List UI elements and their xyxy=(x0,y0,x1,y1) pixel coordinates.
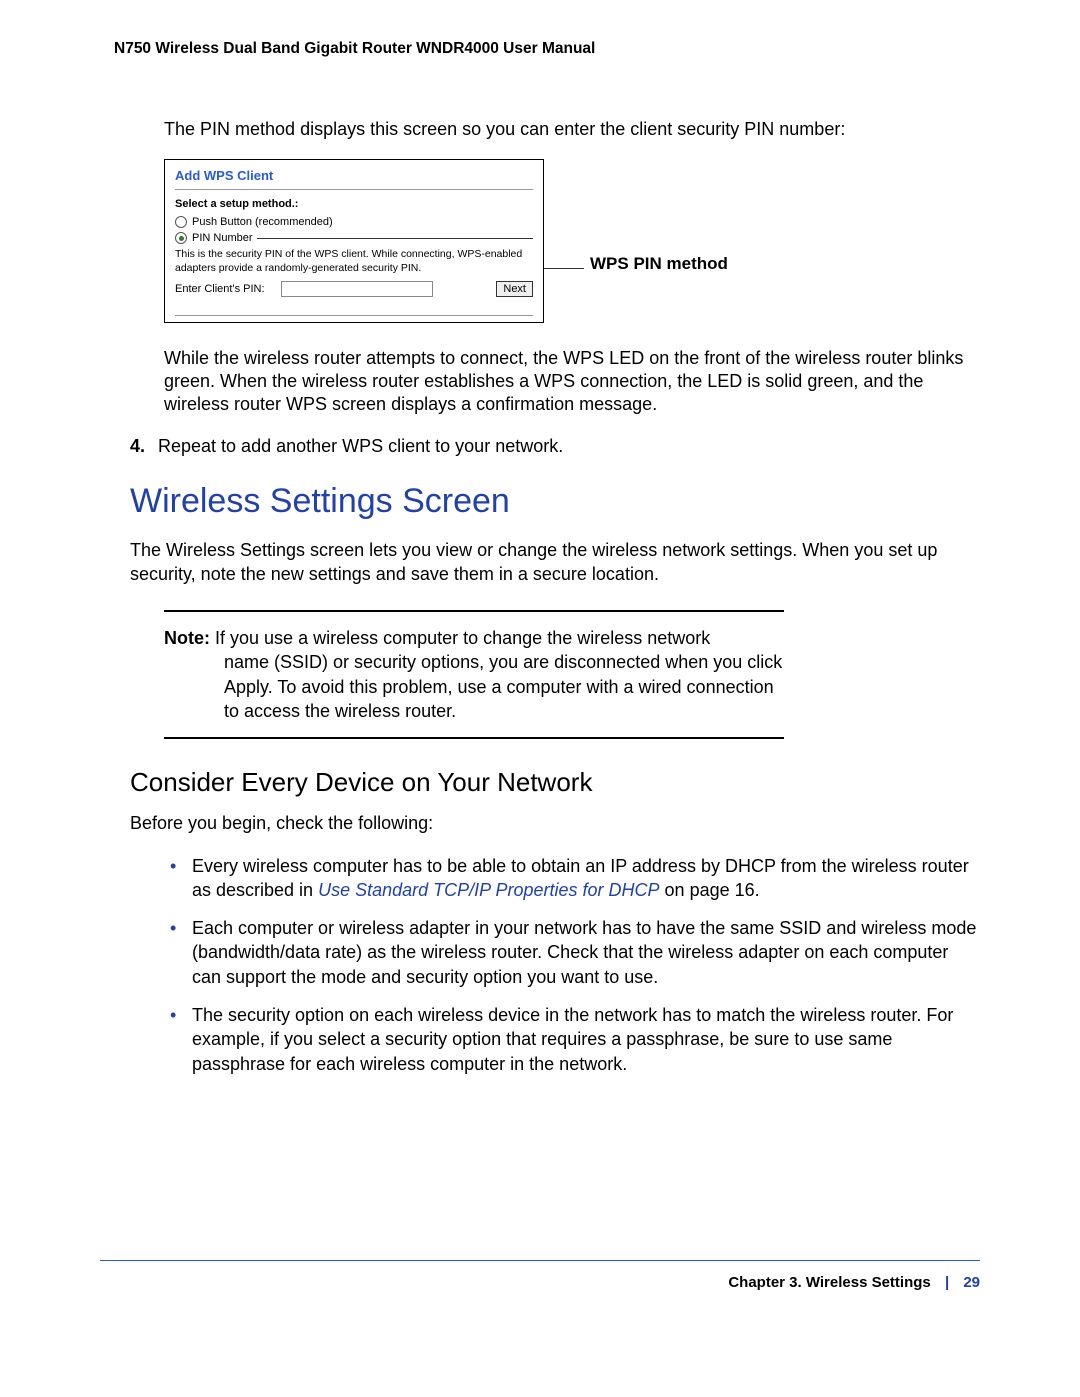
bullet-list: Every wireless computer has to be able t… xyxy=(164,854,980,1076)
document-header: N750 Wireless Dual Band Gigabit Router W… xyxy=(114,40,980,58)
callout-connector xyxy=(544,268,584,269)
wps-figure: Add WPS Client Select a setup method.: P… xyxy=(164,159,980,322)
radio-pin-label: PIN Number xyxy=(192,232,253,244)
bullet-text: The security option on each wireless dev… xyxy=(192,1005,953,1074)
bullet-text: Each computer or wireless adapter in you… xyxy=(192,918,976,987)
intro-paragraph: The PIN method displays this screen so y… xyxy=(164,118,980,141)
divider xyxy=(175,315,533,316)
select-method-label: Select a setup method.: xyxy=(175,198,533,210)
footer-page-number: 29 xyxy=(963,1274,980,1291)
radio-icon xyxy=(175,232,187,244)
paragraph-after-figure: While the wireless router attempts to co… xyxy=(164,347,980,417)
page-footer: Chapter 3. Wireless Settings | 29 xyxy=(728,1274,980,1291)
list-item: Each computer or wireless adapter in you… xyxy=(164,916,980,989)
client-pin-label: Enter Client's PIN: xyxy=(175,283,265,295)
step-number: 4. xyxy=(130,435,158,458)
radio-pin-number[interactable]: PIN Number xyxy=(175,232,533,244)
bullet-text: on page 16. xyxy=(660,880,760,900)
cross-reference-link[interactable]: Use Standard TCP/IP Properties for DHCP xyxy=(318,880,659,900)
footer-chapter: Chapter 3. Wireless Settings xyxy=(728,1274,930,1291)
radio-icon xyxy=(175,216,187,228)
wps-note-text: This is the security PIN of the WPS clie… xyxy=(175,248,533,274)
figure-callout: WPS PIN method xyxy=(590,254,728,274)
note-text-rest: name (SSID) or security options, you are… xyxy=(164,650,784,723)
next-button[interactable]: Next xyxy=(496,281,533,297)
step-4: 4. Repeat to add another WPS client to y… xyxy=(130,435,980,458)
manual-page: N750 Wireless Dual Band Gigabit Router W… xyxy=(0,0,1080,1397)
note-label: Note: xyxy=(164,628,210,648)
radio-push-label: Push Button (recommended) xyxy=(192,216,333,228)
note-text-first: If you use a wireless computer to change… xyxy=(215,628,710,648)
note-box: Note: If you use a wireless computer to … xyxy=(164,610,784,739)
section-heading-wireless-settings: Wireless Settings Screen xyxy=(130,482,980,521)
wps-dialog-title: Add WPS Client xyxy=(165,160,543,189)
connector-line xyxy=(257,238,533,239)
footer-separator: | xyxy=(945,1274,949,1291)
client-pin-input[interactable] xyxy=(281,281,433,297)
wireless-settings-paragraph: The Wireless Settings screen lets you vi… xyxy=(130,539,980,586)
footer-rule xyxy=(100,1260,980,1261)
step-text: Repeat to add another WPS client to your… xyxy=(158,435,563,458)
radio-push-button[interactable]: Push Button (recommended) xyxy=(175,216,533,228)
before-you-begin-paragraph: Before you begin, check the following: xyxy=(130,812,980,835)
wps-dialog: Add WPS Client Select a setup method.: P… xyxy=(164,159,544,322)
subsection-heading-consider-every-device: Consider Every Device on Your Network xyxy=(130,767,980,798)
list-item: Every wireless computer has to be able t… xyxy=(164,854,980,903)
list-item: The security option on each wireless dev… xyxy=(164,1003,980,1076)
